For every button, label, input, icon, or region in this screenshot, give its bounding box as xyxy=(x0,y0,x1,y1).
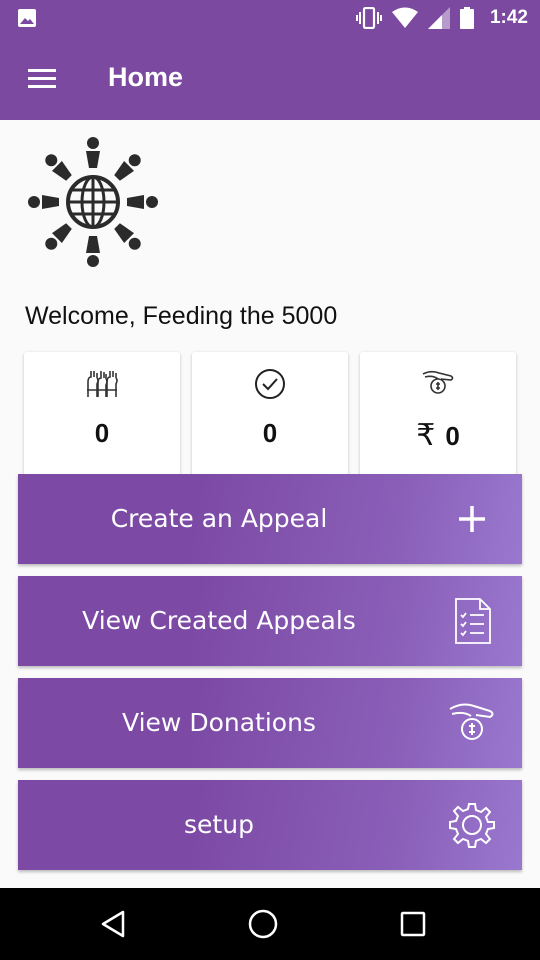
stat-value-appeals: 0 xyxy=(94,418,110,448)
welcome-text: Welcome, Feeding the 5000 xyxy=(25,302,338,330)
hand-donation-icon xyxy=(449,703,494,740)
system-nav-bar xyxy=(0,888,540,960)
stat-card-completed: 0 xyxy=(192,352,348,476)
image-notification-icon xyxy=(18,9,36,27)
create-appeal-button[interactable]: Create an Appeal xyxy=(18,474,522,564)
view-created-appeals-label: View Created Appeals xyxy=(82,606,356,635)
app-bar: Home xyxy=(0,36,540,120)
wifi-icon xyxy=(391,7,418,28)
setup-button[interactable]: setup xyxy=(18,780,522,870)
signal-icon xyxy=(427,7,450,29)
back-triangle-icon[interactable] xyxy=(94,904,134,944)
view-created-appeals-button[interactable]: View Created Appeals xyxy=(18,576,522,666)
hamburger-menu-icon xyxy=(28,69,56,88)
stat-value-completed: 0 xyxy=(262,418,278,448)
document-list-icon xyxy=(455,598,491,644)
gear-icon xyxy=(449,803,495,848)
plus-icon xyxy=(459,506,485,532)
setup-label: setup xyxy=(184,810,254,839)
create-appeal-label: Create an Appeal xyxy=(110,504,328,533)
status-bar: 1:42 xyxy=(0,0,540,36)
stat-value-donations: 0 xyxy=(445,421,460,451)
raised-hands-icon xyxy=(87,371,118,397)
currency-symbol: ₹ xyxy=(416,419,436,452)
vibrate-icon xyxy=(355,7,382,29)
page-title: Home xyxy=(108,62,184,92)
recents-square-icon[interactable] xyxy=(393,904,433,944)
battery-icon xyxy=(459,7,474,29)
view-donations-label: View Donations xyxy=(122,708,316,737)
view-donations-button[interactable]: View Donations xyxy=(18,678,522,768)
hand-donation-icon xyxy=(422,370,454,394)
status-time: 1:42 xyxy=(489,7,528,28)
check-circle-icon xyxy=(255,369,285,399)
stat-card-appeals: 0 xyxy=(24,352,180,476)
menu-button[interactable] xyxy=(20,58,64,98)
people-around-globe-logo xyxy=(28,137,158,267)
home-circle-icon[interactable] xyxy=(243,904,283,944)
stat-card-donations: ₹0 xyxy=(360,352,516,476)
